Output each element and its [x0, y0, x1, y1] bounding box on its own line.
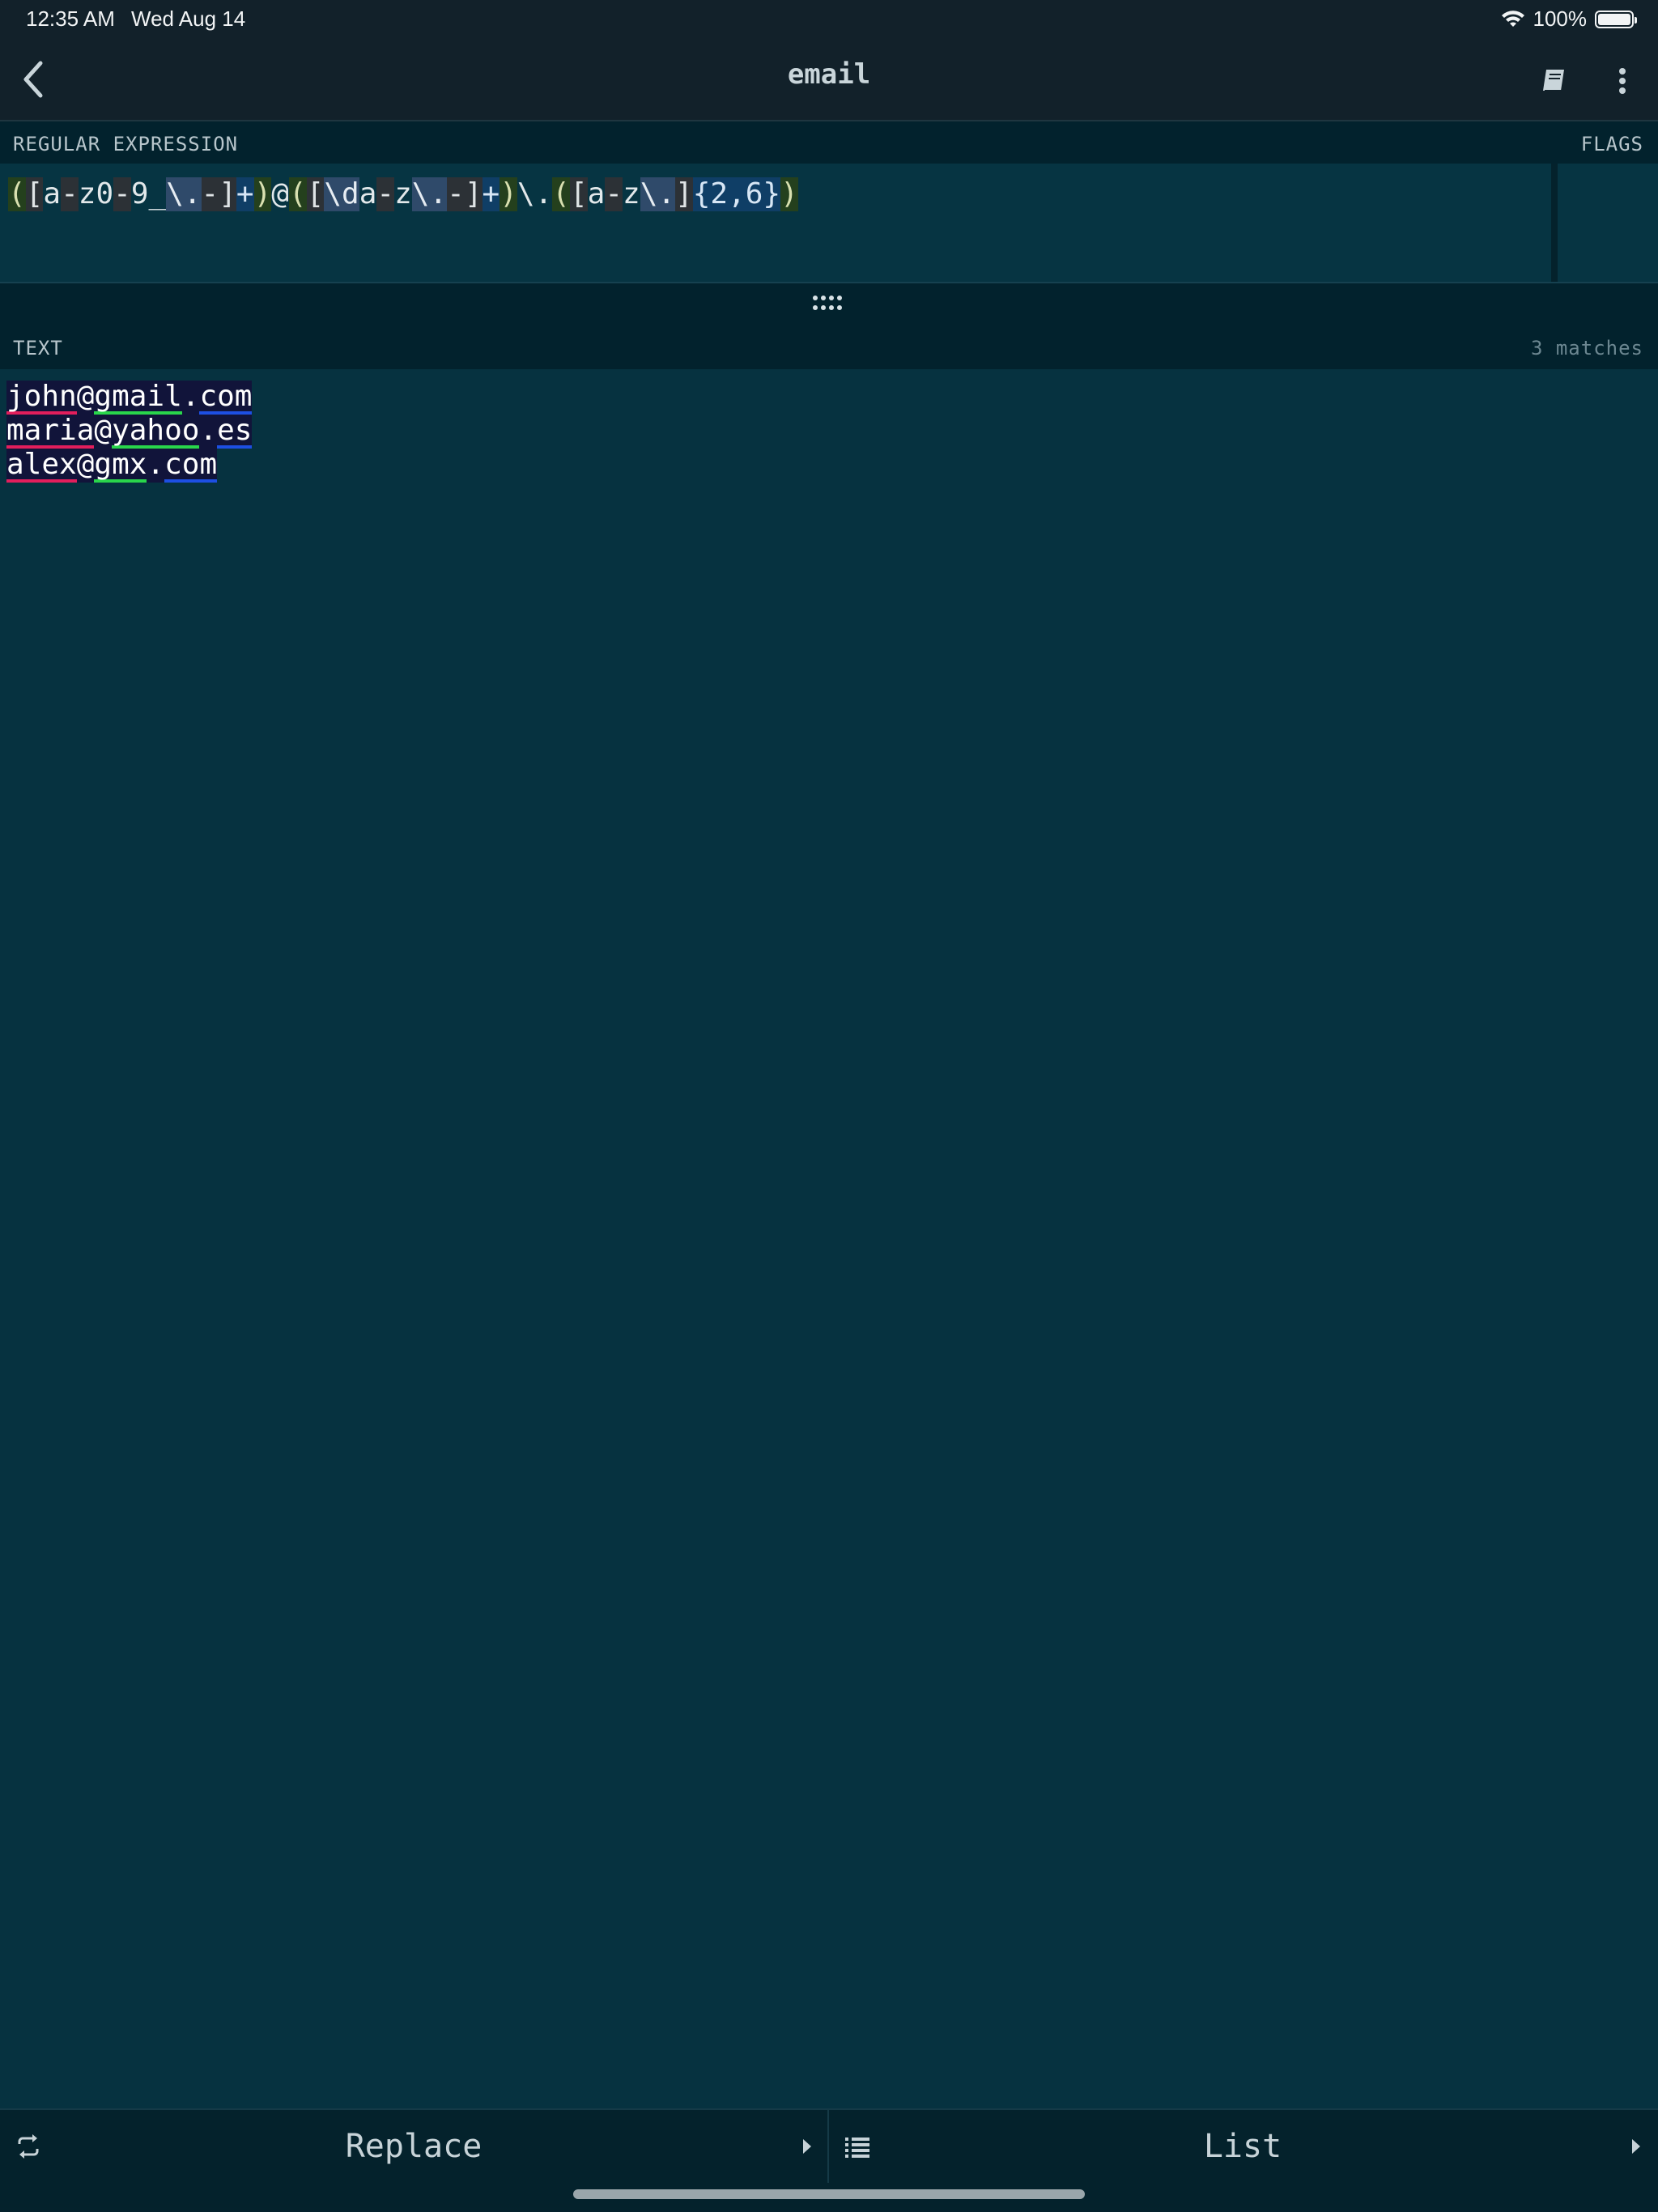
- regex-token: \.: [640, 177, 676, 211]
- regex-token: +: [482, 177, 500, 211]
- battery-percent: 100%: [1533, 6, 1588, 31]
- regex-token: ): [780, 177, 798, 211]
- regex-token: _: [148, 177, 167, 211]
- regex-token: ]: [675, 177, 693, 211]
- match-text: @: [94, 414, 113, 449]
- regex-token: z: [623, 177, 640, 211]
- match-count: 3 matches: [1530, 337, 1643, 359]
- regex-token: -: [61, 177, 79, 211]
- status-bar: 12:35 AM Wed Aug 14 100%: [0, 0, 1658, 39]
- regex-token: a: [587, 177, 606, 211]
- regex-token: a: [359, 177, 377, 211]
- regex-token: -: [605, 177, 623, 211]
- regex-token: -: [447, 177, 465, 211]
- flags-label[interactable]: FLAGS: [1581, 133, 1643, 155]
- drag-handle-icon[interactable]: [811, 293, 844, 316]
- home-indicator: [573, 2189, 1085, 2199]
- nav-bar: email: [0, 39, 1658, 121]
- match-group-3: com: [199, 380, 253, 415]
- regex-token: a: [43, 177, 62, 211]
- regex-token: z: [394, 177, 412, 211]
- regex-label: REGULAR EXPRESSION: [13, 133, 239, 155]
- match-text: .: [199, 414, 218, 449]
- replace-button[interactable]: Replace: [0, 2110, 829, 2183]
- match-text: @: [76, 448, 95, 483]
- text-line: john @ gmail. com: [6, 380, 253, 415]
- match-group-3: com: [164, 448, 218, 483]
- match-group-3: es: [217, 414, 253, 449]
- regex-token: (: [552, 177, 570, 211]
- regex-token: (: [8, 177, 26, 211]
- text-line: maria @ yahoo. es: [6, 414, 253, 449]
- text-section-header: TEXT 3 matches: [0, 325, 1658, 369]
- regex-token: \.: [166, 177, 202, 211]
- regex-token: 9: [130, 177, 149, 211]
- regex-token: -: [113, 177, 131, 211]
- test-text-lines[interactable]: john @ gmail. com maria @ yahoo. es alex @ gmx. com: [6, 380, 253, 483]
- match-text: .: [181, 380, 200, 415]
- regex-token: +: [236, 177, 254, 211]
- regex-token: @: [271, 177, 289, 211]
- match-group-2: gmx: [94, 448, 147, 483]
- regex-input[interactable]: ([a-z0-9_\.-]+)@([\da-z\.-]+)\.([a-z\.]{…: [0, 164, 1551, 282]
- regex-token: -: [376, 177, 395, 211]
- match-group-1: alex: [6, 448, 77, 483]
- text-line: alex @ gmx. com: [6, 449, 252, 483]
- regex-section-header: REGULAR EXPRESSION FLAGS: [0, 121, 1658, 165]
- regex-token: -: [201, 177, 219, 211]
- battery-icon: [1595, 10, 1637, 28]
- regex-token: ]: [464, 177, 483, 211]
- regex-token: 0: [96, 177, 114, 211]
- regex-token: [: [25, 177, 44, 211]
- regex-token: \d: [324, 177, 359, 211]
- book-icon[interactable]: [1537, 63, 1572, 99]
- regex-token: {2,6}: [692, 177, 781, 211]
- regex-token: [: [569, 177, 588, 211]
- page-title: email: [787, 58, 871, 91]
- regex-expression[interactable]: ([a-z0-9_\.-]+)@([\da-z\.-]+)\.([a-z\.]{…: [8, 173, 798, 214]
- match-group-1: maria: [6, 414, 95, 449]
- more-vertical-icon[interactable]: [1608, 63, 1637, 99]
- regex-token: ]: [219, 177, 236, 211]
- wifi-icon: [1501, 10, 1524, 27]
- status-right: 100%: [1501, 6, 1637, 32]
- regex-token: (: [288, 177, 307, 211]
- text-label: TEXT: [13, 337, 63, 359]
- list-label: List: [1203, 2128, 1282, 2165]
- match-group-2: yahoo: [112, 414, 200, 449]
- status-date: Wed Aug 14: [131, 6, 246, 31]
- list-button[interactable]: List: [829, 2110, 1656, 2183]
- regex-token: [: [306, 177, 325, 211]
- match-text: @: [76, 380, 95, 415]
- regex-token: z: [78, 177, 96, 211]
- regex-token: ): [253, 177, 272, 211]
- match-group-1: john: [6, 380, 77, 415]
- status-time: 12:35 AM: [26, 6, 115, 31]
- split-divider[interactable]: [0, 282, 1658, 325]
- test-text-input[interactable]: john @ gmail. com maria @ yahoo. es alex @ gmx. com: [0, 369, 1658, 2108]
- triangle-right-icon: [1632, 2139, 1640, 2154]
- replace-label: Replace: [345, 2128, 483, 2165]
- triangle-right-icon: [803, 2139, 811, 2154]
- regex-token: ): [500, 177, 517, 211]
- regex-token: \.: [411, 177, 448, 211]
- regex-token: \.: [517, 177, 553, 211]
- flags-input[interactable]: [1551, 164, 1658, 282]
- match-group-2: gmail: [94, 380, 182, 415]
- match-text: .: [147, 448, 165, 483]
